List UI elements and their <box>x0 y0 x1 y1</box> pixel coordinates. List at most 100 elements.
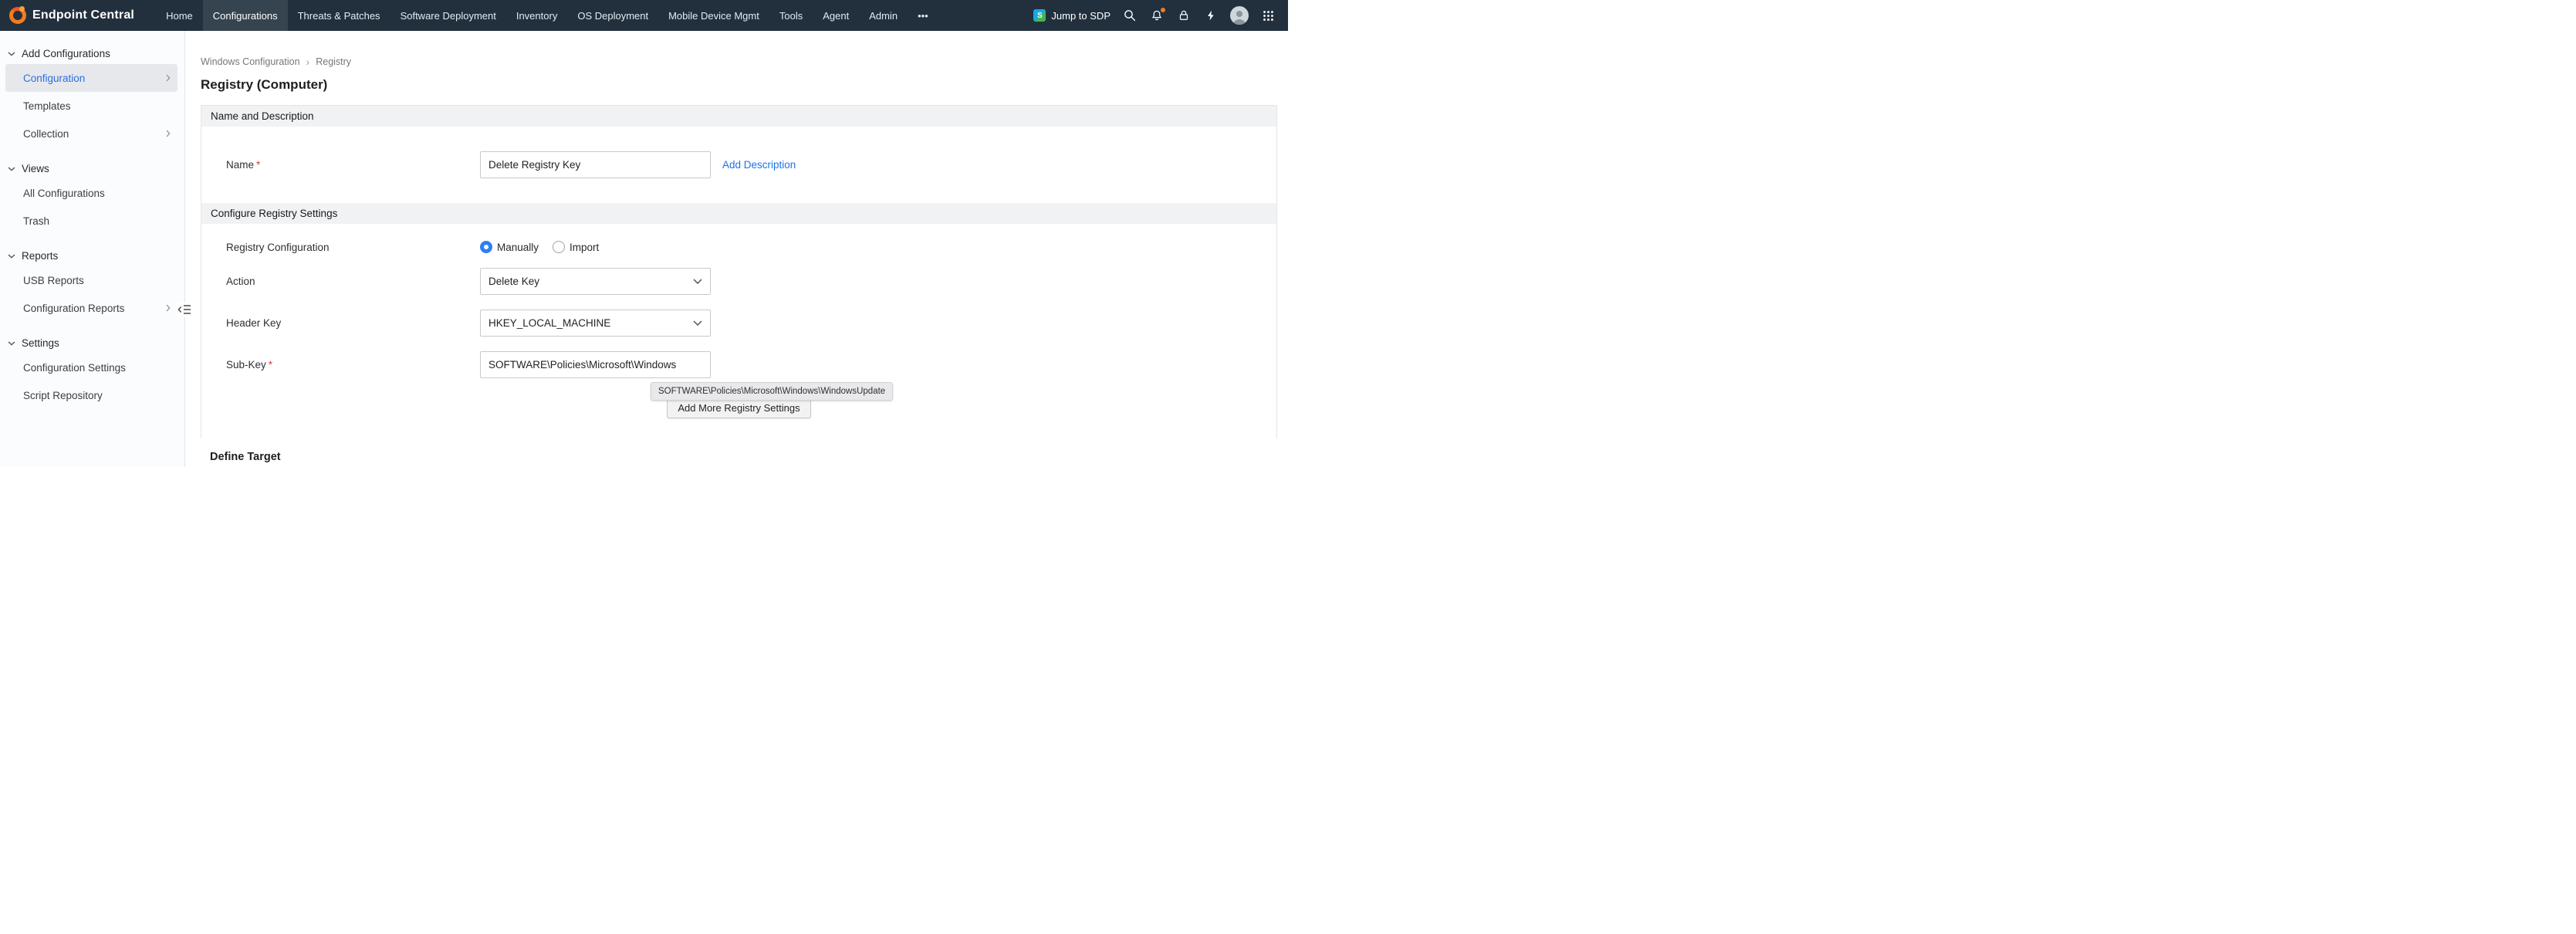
topbar: Endpoint Central Home Configurations Thr… <box>0 0 1288 31</box>
registry-configuration-label: Registry Configuration <box>226 242 480 253</box>
breadcrumb-chevron-icon: › <box>306 56 310 68</box>
radio-import-control[interactable] <box>553 241 565 253</box>
user-avatar[interactable] <box>1230 6 1249 25</box>
radio-manually-label: Manually <box>497 242 539 253</box>
nav-item-software-deployment[interactable]: Software Deployment <box>390 0 506 31</box>
nav-item-agent[interactable]: Agent <box>813 0 859 31</box>
radio-import-label: Import <box>570 242 599 253</box>
sidebar: Add Configurations Configuration Templat… <box>0 31 185 467</box>
sub-key-label: Sub-Key* <box>226 359 480 371</box>
required-asterisk: * <box>256 159 260 171</box>
name-label: Name* <box>226 159 480 171</box>
chevron-down-icon <box>693 279 702 284</box>
sidebar-item-collection[interactable]: Collection <box>5 120 177 147</box>
sidebar-section-settings: Settings Configuration Settings Script R… <box>0 333 184 409</box>
config-form-panel: Name and Description Name* Add Descripti… <box>201 105 1277 438</box>
breadcrumb-registry: Registry <box>316 56 351 67</box>
sidebar-item-label: USB Reports <box>23 275 84 286</box>
lock-icon[interactable] <box>1176 8 1192 23</box>
action-row: Action Delete Key <box>201 268 1276 295</box>
nav-item-tools[interactable]: Tools <box>769 0 813 31</box>
jump-to-sdp-button[interactable]: S Jump to SDP <box>1033 9 1111 22</box>
top-nav: Home Configurations Threats & Patches So… <box>156 0 938 31</box>
radio-manually-control[interactable] <box>480 241 492 253</box>
sidebar-section-header-reports[interactable]: Reports <box>0 245 184 266</box>
sidebar-item-trash[interactable]: Trash <box>5 207 177 235</box>
action-select[interactable]: Delete Key <box>480 268 711 295</box>
action-label: Action <box>226 276 480 287</box>
sidebar-section-header-settings[interactable]: Settings <box>0 333 184 354</box>
sidebar-item-label: Trash <box>23 215 49 227</box>
sidebar-section-views: Views All Configurations Trash <box>0 158 184 235</box>
sidebar-item-script-repository[interactable]: Script Repository <box>5 381 177 409</box>
radio-manually[interactable]: Manually <box>480 241 539 253</box>
breadcrumb-windows-configuration[interactable]: Windows Configuration <box>201 56 300 67</box>
section-header-define-target: Define Target <box>201 451 1277 463</box>
sidebar-item-configuration-reports[interactable]: Configuration Reports <box>5 294 177 322</box>
flash-icon[interactable] <box>1203 8 1219 23</box>
sub-key-wrap: SOFTWARE\Policies\Microsoft\Windows\Wind… <box>480 351 711 378</box>
sidebar-item-label: Configuration <box>23 73 85 84</box>
page: Endpoint Central Home Configurations Thr… <box>0 0 1288 467</box>
topbar-right: S Jump to SDP <box>1033 6 1288 25</box>
notification-bell-icon[interactable] <box>1149 8 1165 23</box>
action-select-value: Delete Key <box>488 276 539 287</box>
nav-item-inventory[interactable]: Inventory <box>506 0 567 31</box>
sidebar-item-label: All Configurations <box>23 188 105 199</box>
app-body: Add Configurations Configuration Templat… <box>0 31 1288 467</box>
sidebar-section-reports: Reports USB Reports Configuration Report… <box>0 245 184 322</box>
notification-badge <box>1159 6 1167 14</box>
section-header-name-description: Name and Description <box>201 106 1276 127</box>
sidebar-item-usb-reports[interactable]: USB Reports <box>5 266 177 294</box>
header-key-row: Header Key HKEY_LOCAL_MACHINE <box>201 310 1276 337</box>
sidebar-item-configuration-settings[interactable]: Configuration Settings <box>5 354 177 381</box>
sidebar-item-label: Configuration Settings <box>23 362 126 374</box>
nav-item-threats-patches[interactable]: Threats & Patches <box>288 0 390 31</box>
required-asterisk: * <box>269 359 272 371</box>
sidebar-collapse-icon[interactable] <box>176 303 193 316</box>
name-input[interactable] <box>480 151 711 178</box>
add-description-link[interactable]: Add Description <box>722 159 796 171</box>
sidebar-item-label: Collection <box>23 128 69 140</box>
chevron-down-icon <box>693 320 702 326</box>
sidebar-item-configuration[interactable]: Configuration <box>5 64 177 92</box>
sdp-icon: S <box>1033 9 1046 22</box>
sidebar-section-title: Reports <box>22 250 58 262</box>
sidebar-item-label: Script Repository <box>23 390 103 401</box>
jump-to-sdp-label: Jump to SDP <box>1051 10 1111 22</box>
sidebar-section-title: Views <box>22 163 49 174</box>
sub-key-input[interactable] <box>480 351 711 378</box>
header-key-label: Header Key <box>226 317 480 329</box>
chevron-down-icon <box>8 52 15 56</box>
sidebar-item-label: Configuration Reports <box>23 303 124 314</box>
sidebar-section-header-add-configurations[interactable]: Add Configurations <box>0 43 184 64</box>
radio-import[interactable]: Import <box>553 241 599 253</box>
sidebar-item-label: Templates <box>23 100 71 112</box>
nav-item-configurations[interactable]: Configurations <box>203 0 288 31</box>
brand[interactable]: Endpoint Central <box>9 7 134 24</box>
chevron-down-icon <box>8 254 15 259</box>
header-key-select[interactable]: HKEY_LOCAL_MACHINE <box>480 310 711 337</box>
sidebar-section-title: Add Configurations <box>22 48 110 59</box>
sidebar-item-all-configurations[interactable]: All Configurations <box>5 179 177 207</box>
main-content: Windows Configuration › Registry Registr… <box>185 31 1288 467</box>
sidebar-section-add-configurations: Add Configurations Configuration Templat… <box>0 43 184 147</box>
nav-item-os-deployment[interactable]: OS Deployment <box>567 0 658 31</box>
chevron-right-icon <box>166 304 171 312</box>
add-more-row: Add More Registry Settings <box>201 397 1276 438</box>
chevron-right-icon <box>166 130 171 137</box>
apps-grid-icon[interactable] <box>1260 8 1276 23</box>
registry-configuration-row: Registry Configuration Manually Import <box>201 241 1276 253</box>
sidebar-section-header-views[interactable]: Views <box>0 158 184 179</box>
header-key-select-value: HKEY_LOCAL_MACHINE <box>488 317 610 329</box>
nav-item-admin[interactable]: Admin <box>859 0 908 31</box>
search-icon[interactable] <box>1122 8 1138 23</box>
registry-configuration-radio-group: Manually Import <box>480 241 599 253</box>
name-row: Name* Add Description <box>201 151 1276 178</box>
chevron-right-icon <box>166 74 171 82</box>
nav-item-more-ellipsis[interactable]: ••• <box>908 0 938 31</box>
sidebar-section-title: Settings <box>22 337 59 349</box>
sidebar-item-templates[interactable]: Templates <box>5 92 177 120</box>
nav-item-mobile-device-mgmt[interactable]: Mobile Device Mgmt <box>658 0 769 31</box>
nav-item-home[interactable]: Home <box>156 0 203 31</box>
